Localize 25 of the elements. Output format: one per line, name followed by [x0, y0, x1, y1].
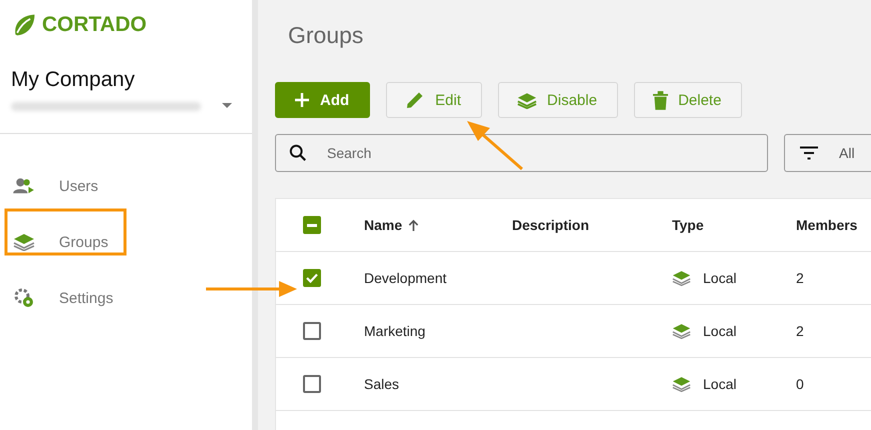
nav-item[interactable]: Users [0, 158, 252, 214]
table-cell: Local [703, 376, 736, 392]
delete-button[interactable]: Delete [634, 82, 742, 118]
brand-name: CORTADO [42, 13, 147, 37]
table-cell: Local [703, 323, 736, 339]
company-name: My Company [11, 68, 136, 92]
page-title: Groups [288, 22, 364, 49]
nav-item[interactable]: Settings [0, 270, 252, 326]
table-cell-text: Development [364, 270, 448, 286]
disable-button[interactable]: Disable [498, 82, 618, 118]
column-header[interactable]: Description [512, 217, 590, 233]
table-cell-text: Sales [364, 376, 400, 392]
search-field[interactable]: Search [275, 134, 768, 172]
column-header[interactable]: Members [796, 217, 858, 233]
table-cell-text: 2 [796, 323, 805, 339]
filter-dropdown[interactable]: All [784, 134, 871, 172]
column-header[interactable]: Type [672, 217, 704, 233]
nav-item[interactable]: Groups [0, 214, 252, 270]
column-header[interactable]: Name [364, 217, 420, 233]
table-cell-text: 0 [796, 376, 805, 392]
table-cell: Local [703, 270, 736, 286]
edit-button[interactable]: Edit [386, 82, 482, 118]
table-cell-text: 2 [796, 270, 805, 286]
add-button[interactable]: Add [275, 82, 370, 118]
table-cell-text: Marketing [364, 323, 426, 339]
